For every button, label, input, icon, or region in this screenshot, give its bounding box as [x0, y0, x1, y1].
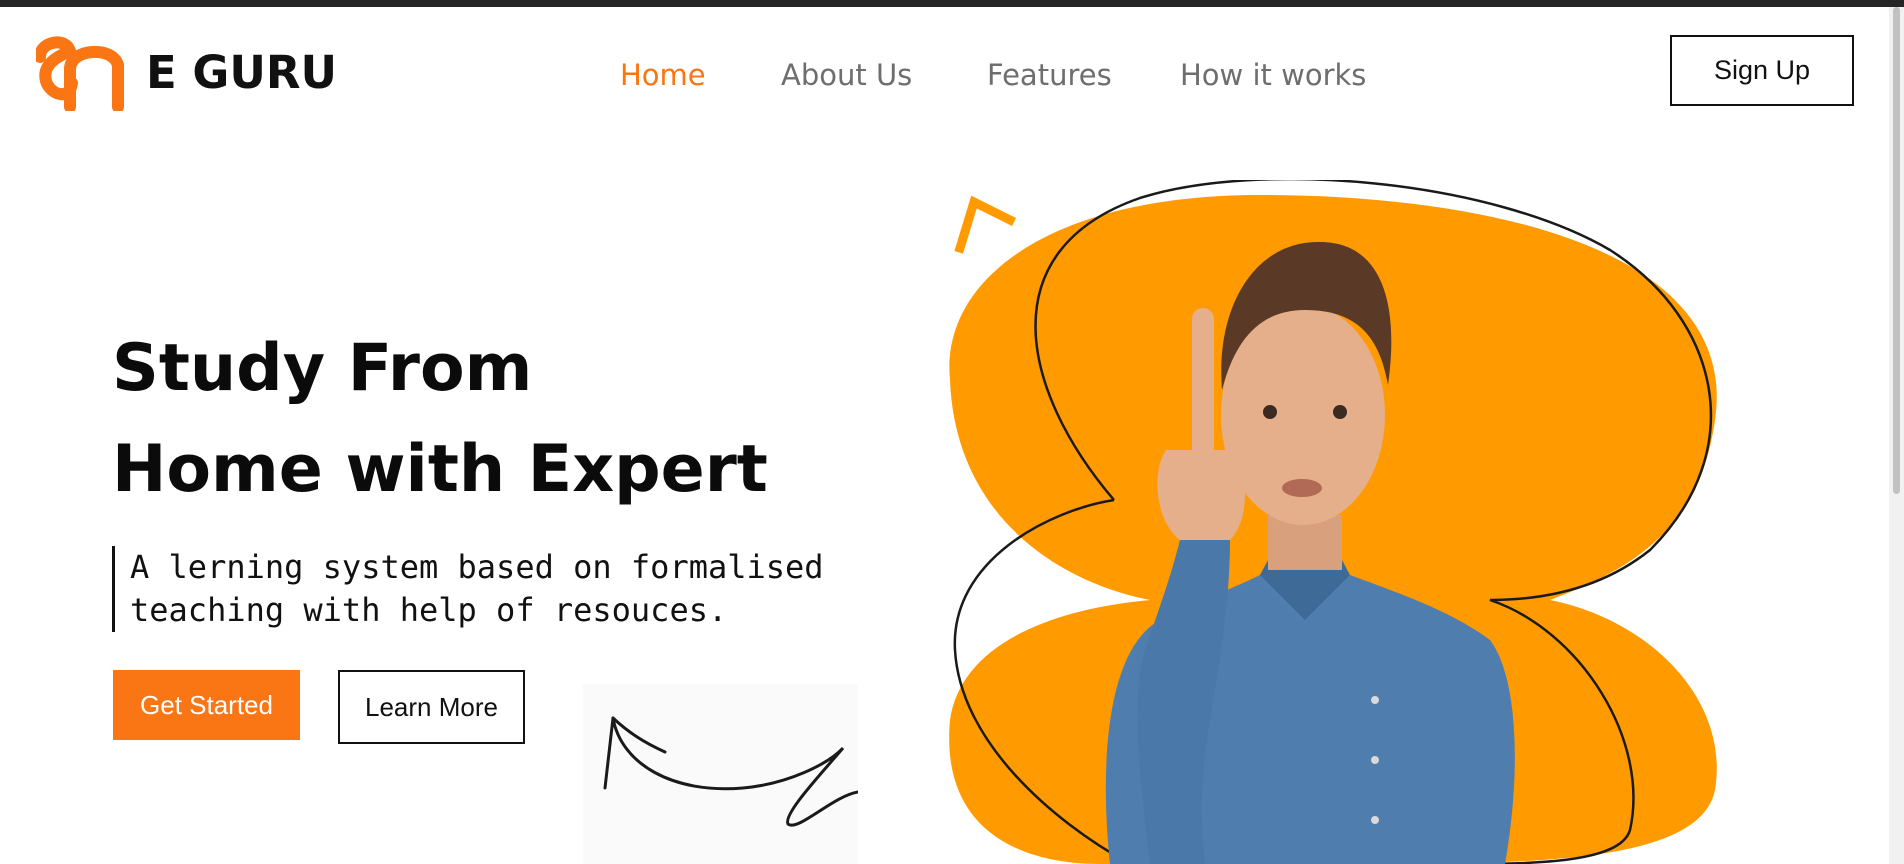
curved-arrow-icon — [603, 716, 858, 827]
sign-up-button[interactable]: Sign Up — [1670, 35, 1854, 106]
caret-accent-icon — [954, 195, 1017, 254]
hero-subtitle-line-2: teaching with help of resouces. — [130, 591, 728, 629]
nav-about-us[interactable]: About Us — [781, 56, 912, 94]
hero-title: Study From Home with Expert — [112, 318, 768, 520]
window-top-bar — [0, 0, 1904, 7]
get-started-button[interactable]: Get Started — [113, 670, 300, 740]
hero-subtitle: A lerning system based on formalised tea… — [112, 546, 824, 632]
nav-how-it-works[interactable]: How it works — [1180, 56, 1366, 94]
brand-name[interactable]: E GURU — [146, 47, 337, 99]
hero-illustration — [949, 180, 1717, 864]
hero-subtitle-line-1: A lerning system based on formalised — [130, 548, 824, 586]
curved-arrow-decoration — [583, 684, 858, 864]
eguru-logo-icon[interactable] — [36, 35, 130, 111]
learn-more-button[interactable]: Learn More — [338, 670, 525, 744]
nav-home[interactable]: Home — [620, 56, 706, 94]
scrollbar-thumb[interactable] — [1893, 7, 1900, 494]
hero-title-line-2: Home with Expert — [112, 432, 768, 507]
hero-title-line-1: Study From — [112, 331, 533, 406]
nav-features[interactable]: Features — [987, 56, 1112, 94]
